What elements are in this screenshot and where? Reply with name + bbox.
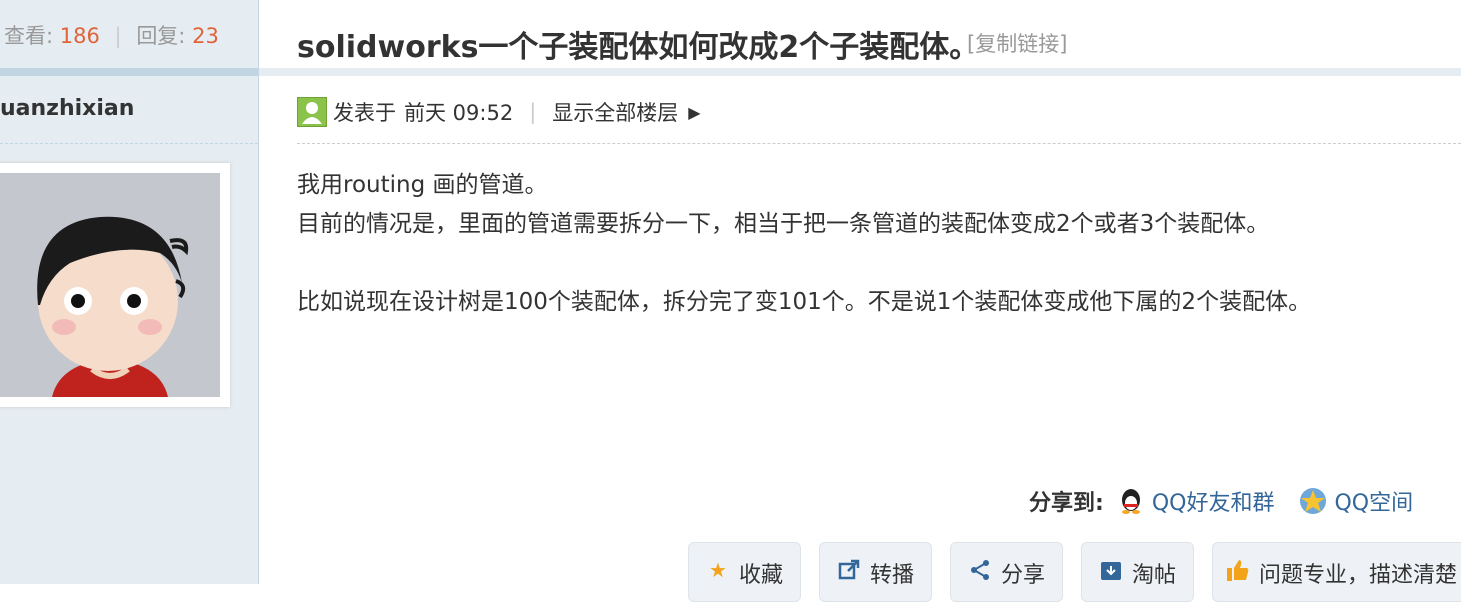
author-divider bbox=[0, 143, 258, 144]
share-qq-zone-label: QQ空间 bbox=[1334, 491, 1414, 516]
share-qq-friends[interactable]: QQ好友和群 bbox=[1116, 485, 1275, 517]
replies-count: 23 bbox=[192, 24, 219, 48]
repost-button[interactable]: 转播 bbox=[819, 542, 932, 602]
caret-right-icon[interactable]: ▶ bbox=[688, 103, 700, 122]
external-link-icon bbox=[836, 557, 862, 583]
qq-icon bbox=[1116, 486, 1146, 516]
share-qq-friends-label: QQ好友和群 bbox=[1151, 491, 1275, 516]
replies-label: 回复: bbox=[136, 24, 186, 48]
share-icon bbox=[967, 557, 993, 583]
rate-button[interactable]: 问题专业，描述清楚 bbox=[1212, 542, 1461, 602]
author-username[interactable]: uanzhixian bbox=[0, 96, 134, 121]
posted-time: 前天 09:52 bbox=[404, 101, 514, 125]
thumbs-up-icon bbox=[1225, 557, 1251, 583]
copy-link-button[interactable]: [复制链接] bbox=[967, 28, 1067, 58]
avatar[interactable] bbox=[0, 163, 230, 407]
post-line: 我用routing 画的管道。 bbox=[297, 172, 548, 198]
post-meta: 发表于 前天 09:52 | 显示全部楼层 ▶ bbox=[297, 96, 701, 128]
avatar-image bbox=[0, 173, 220, 397]
post-gap bbox=[297, 244, 1311, 283]
views-label: 查看: bbox=[4, 24, 54, 48]
taotie-button[interactable]: 淘帖 bbox=[1081, 542, 1194, 602]
meta-separator: | bbox=[529, 100, 537, 124]
thread-title: solidworks一个子装配体如何改成2个子装配体。 bbox=[297, 30, 980, 65]
download-box-icon bbox=[1098, 557, 1124, 583]
qzone-star-icon bbox=[1298, 486, 1328, 516]
star-icon: ★ bbox=[709, 558, 727, 582]
post-body: 我用routing 画的管道。 目前的情况是，里面的管道需要拆分一下，相当于把一… bbox=[297, 166, 1311, 322]
meta-divider bbox=[297, 143, 1461, 144]
share-button[interactable]: 分享 bbox=[950, 542, 1063, 602]
share-button-label: 分享 bbox=[1001, 563, 1046, 588]
header-bar-right bbox=[259, 68, 1461, 76]
taotie-label: 淘帖 bbox=[1132, 563, 1177, 588]
repost-label: 转播 bbox=[870, 563, 915, 588]
share-qq-zone[interactable]: QQ空间 bbox=[1298, 485, 1413, 517]
thread-stats: 查看: 186 | 回复: 23 bbox=[4, 20, 219, 50]
favorite-label: 收藏 bbox=[739, 563, 784, 588]
post-line: 目前的情况是，里面的管道需要拆分一下，相当于把一条管道的装配体变成2个或者3个装… bbox=[297, 211, 1270, 237]
show-all-floors-link[interactable]: 显示全部楼层 bbox=[552, 97, 678, 127]
rate-label: 问题专业，描述清楚 bbox=[1259, 563, 1458, 588]
stats-separator: | bbox=[114, 24, 122, 48]
share-bar: 分享到: QQ好友和群 QQ空间 bbox=[1029, 484, 1437, 518]
favorite-button[interactable]: ★ 收藏 bbox=[688, 542, 801, 602]
views-count: 186 bbox=[59, 24, 100, 48]
posted-label: 发表于 bbox=[333, 101, 396, 125]
share-label: 分享到: bbox=[1029, 491, 1104, 516]
post-line: 比如说现在设计树是100个装配体，拆分完了变101个。不是说1个装配体变成他下属… bbox=[297, 289, 1312, 315]
online-user-icon bbox=[297, 97, 327, 127]
